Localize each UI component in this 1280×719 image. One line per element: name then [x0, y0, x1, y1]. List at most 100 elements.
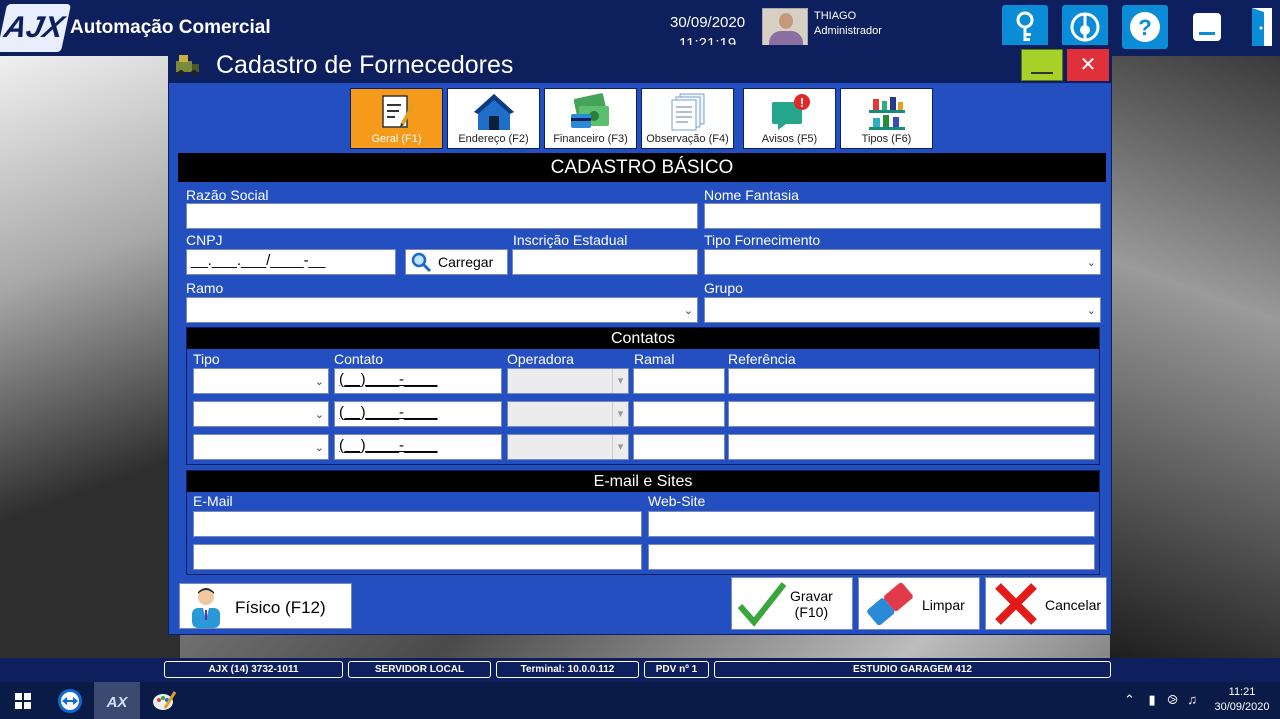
cancelar-button[interactable]: Cancelar	[985, 577, 1107, 630]
key-icon	[1016, 11, 1034, 41]
status-server: SERVIDOR LOCAL	[348, 661, 491, 678]
ramal-input[interactable]	[633, 401, 725, 427]
chevron-down-icon: ⌄	[314, 376, 324, 388]
start-button[interactable]	[0, 682, 46, 719]
svg-text:AX: AX	[106, 694, 129, 711]
status-terminal: Terminal: 10.0.0.112	[496, 661, 639, 678]
website-input[interactable]	[648, 544, 1095, 570]
cancelar-label: Cancelar	[1045, 597, 1102, 613]
exit-app-button[interactable]	[1238, 5, 1280, 49]
contato-tipo-select[interactable]: ⌄	[193, 401, 329, 427]
supplier-registration-window: Cadastro de Fornecedores ✕ Geral (F1) En…	[168, 45, 1112, 635]
chevron-up-icon[interactable]: ⌃	[1124, 692, 1135, 707]
gravar-label: Gravar (F10)	[790, 588, 833, 620]
status-bar: AJX (14) 3732-1011 SERVIDOR LOCAL Termin…	[0, 658, 1280, 682]
current-date: 30/09/2020	[670, 14, 746, 31]
ajx-app-icon: AX	[106, 694, 129, 711]
col-tipo: Tipo	[193, 351, 220, 367]
tab-label: Avisos (F5)	[761, 133, 818, 145]
fisico-label: Físico (F12)	[235, 598, 326, 617]
help-button[interactable]: ?	[1122, 5, 1168, 49]
tab-geral[interactable]: Geral (F1)	[350, 88, 443, 149]
ramo-label: Ramo	[186, 280, 224, 296]
taskbar-paint[interactable]	[141, 682, 187, 719]
razao-social-label: Razão Social	[186, 187, 269, 203]
taskbar-teamviewer[interactable]	[47, 682, 93, 719]
tipo-fornecimento-label: Tipo Fornecimento	[704, 232, 821, 248]
email-input[interactable]	[193, 511, 642, 537]
chevron-down-icon: ⌄	[314, 442, 324, 454]
tab-label: Tipos (F6)	[861, 133, 912, 145]
tab-label: Geral (F1)	[371, 133, 422, 145]
carregar-label: Carregar	[438, 254, 494, 270]
fisico-button[interactable]: Físico (F12)	[179, 583, 352, 629]
operadora-select: ▾	[507, 434, 629, 460]
referencia-input[interactable]	[728, 368, 1095, 394]
support-icon	[1070, 12, 1100, 42]
contato-tipo-select[interactable]: ⌄	[193, 368, 329, 394]
col-referencia: Referência	[728, 351, 796, 367]
col-contato: Contato	[334, 351, 384, 367]
minimize-app-button[interactable]	[1184, 5, 1230, 49]
section-header: CADASTRO BÁSICO	[178, 153, 1106, 182]
ramal-input[interactable]	[633, 368, 725, 394]
tab-financeiro[interactable]: Financeiro (F3)	[544, 88, 637, 149]
inscricao-estadual-input[interactable]	[512, 249, 698, 275]
window-minimize-button[interactable]	[1021, 49, 1063, 81]
website-label: Web-Site	[648, 493, 706, 509]
key-button[interactable]	[1002, 5, 1048, 49]
referencia-input[interactable]	[728, 401, 1095, 427]
windows-icon	[15, 692, 31, 709]
gravar-button[interactable]: Gravar (F10)	[731, 577, 853, 630]
app-logo: AJX	[0, 4, 72, 52]
referencia-input[interactable]	[728, 434, 1095, 460]
tab-label: Financeiro (F3)	[553, 133, 628, 145]
col-ramal: Ramal	[634, 351, 675, 367]
cnpj-input[interactable]: __.___.___/____-__	[186, 249, 396, 275]
support-button[interactable]	[1062, 5, 1108, 49]
ramal-input[interactable]	[633, 434, 725, 460]
website-input[interactable]	[648, 511, 1095, 537]
col-operadora: Operadora	[507, 351, 574, 367]
razao-social-input[interactable]	[186, 203, 698, 229]
clock-date: 30/09/2020	[1214, 701, 1270, 713]
status-phone: AJX (14) 3732-1011	[164, 661, 343, 678]
minimize-icon	[1193, 13, 1221, 41]
money-card-icon	[570, 93, 609, 128]
window-close-button[interactable]: ✕	[1067, 49, 1109, 81]
contato-phone-input[interactable]: (__)____-____	[334, 368, 502, 394]
chevron-down-icon: ⌄	[683, 305, 693, 317]
wifi-icon[interactable]: ⧁	[1167, 692, 1177, 707]
contato-tipo-select[interactable]: ⌄	[193, 434, 329, 460]
user-info: THIAGO Administrador	[814, 9, 882, 39]
taskbar: AX ⌃ ▮ ⧁ ♫ 11:21 30/09/2020	[0, 682, 1280, 719]
taskbar-ajx[interactable]: AX	[94, 682, 140, 719]
tab-endereco[interactable]: Endereço (F2)	[447, 88, 540, 149]
operadora-select: ▾	[507, 401, 629, 427]
tab-avisos[interactable]: ! Avisos (F5)	[743, 88, 836, 149]
window-titlebar: Cadastro de Fornecedores ✕	[169, 46, 1111, 83]
tab-tipos[interactable]: Tipos (F6)	[840, 88, 933, 149]
contato-phone-input[interactable]: (__)____-____	[334, 401, 502, 427]
tab-observacao[interactable]: Observação (F4)	[641, 88, 734, 149]
chevron-down-icon: ▾	[612, 369, 628, 393]
email-sites-panel: E-mail e Sites E-Mail Web-Site	[186, 470, 1100, 575]
user-avatar	[762, 8, 808, 48]
documents-icon	[671, 93, 704, 131]
shelf-icon	[868, 97, 905, 130]
carregar-button[interactable]: Carregar	[405, 249, 508, 275]
ramo-select[interactable]: ⌄	[186, 297, 698, 323]
email-input[interactable]	[193, 544, 642, 570]
limpar-label: Limpar	[922, 597, 965, 613]
battery-icon[interactable]: ▮	[1149, 692, 1156, 707]
volume-icon[interactable]: ♫	[1187, 692, 1197, 707]
grupo-select[interactable]: ⌄	[704, 297, 1101, 323]
taskbar-clock[interactable]: 11:21 30/09/2020	[1212, 685, 1272, 715]
email-sites-header: E-mail e Sites	[187, 471, 1099, 492]
nome-fantasia-input[interactable]	[704, 203, 1101, 229]
tipo-fornecimento-select[interactable]: ⌄	[704, 249, 1101, 275]
search-icon	[411, 252, 432, 273]
contatos-panel: Contatos Tipo Contato Operadora Ramal Re…	[186, 327, 1100, 465]
limpar-button[interactable]: Limpar	[858, 577, 980, 630]
contato-phone-input[interactable]: (__)____-____	[334, 434, 502, 460]
